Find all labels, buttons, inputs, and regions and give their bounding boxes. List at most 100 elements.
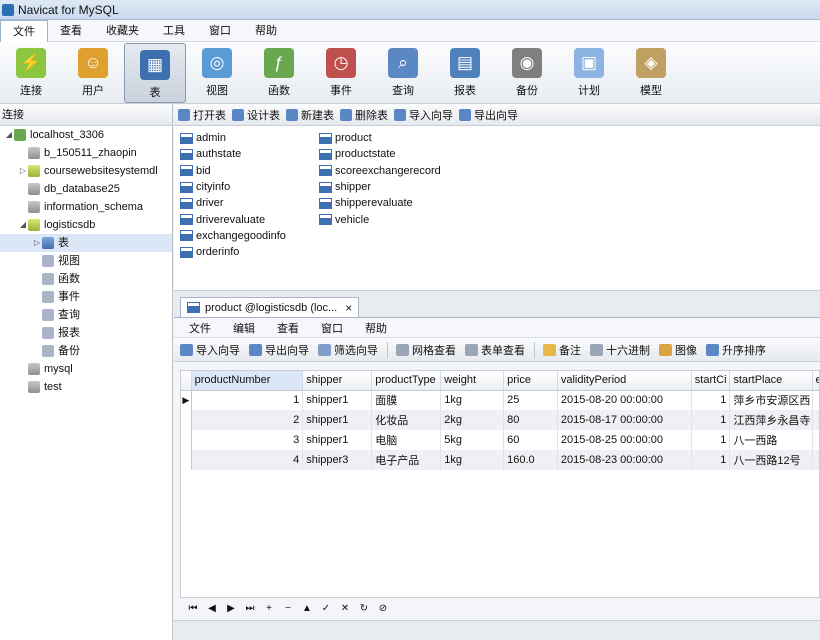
object-toolbar-button[interactable]: 新建表 (286, 107, 334, 123)
table-item[interactable]: authstate (180, 146, 320, 162)
column-header[interactable]: productType (371, 371, 442, 391)
column-header[interactable]: shipper (302, 371, 373, 391)
tree-item--[interactable]: 事件 (0, 288, 172, 306)
data-toolbar-button[interactable]: 备注 (543, 342, 581, 358)
grid-cell[interactable]: 萍乡市安源区西 (729, 390, 813, 410)
column-header[interactable]: weight (440, 371, 505, 391)
data-toolbar-button[interactable]: 十六进制 (590, 342, 650, 358)
grid-cell[interactable]: 80 (503, 410, 558, 430)
grid-cell[interactable] (812, 450, 819, 470)
dw-menu-help[interactable]: 帮助 (354, 320, 398, 336)
tree-item-mysql[interactable]: mysql (0, 360, 172, 378)
table-item[interactable]: cityinfo (180, 179, 320, 195)
grid-cell[interactable]: 2 (191, 410, 304, 430)
nav-next-icon[interactable]: ▶ (224, 602, 238, 616)
nav-cancel-icon[interactable]: ✕ (338, 602, 352, 616)
grid-cell[interactable]: 电子产品 (371, 450, 442, 470)
object-toolbar-button[interactable]: 打开表 (178, 107, 226, 123)
toolbar-view-button[interactable]: ◎ 视图 (186, 42, 248, 102)
tree-item-b-150511-zhaopin[interactable]: b_150511_zhaopin (0, 144, 172, 162)
data-toolbar-button[interactable]: 升序排序 (706, 342, 766, 358)
grid-cell[interactable]: 八一西路 (729, 430, 813, 450)
grid-cell[interactable]: 1kg (440, 390, 505, 410)
grid-cell[interactable]: 化妆品 (371, 410, 442, 430)
menu-tools[interactable]: 工具 (151, 20, 197, 42)
expander-icon[interactable]: ◢ (18, 216, 28, 234)
toolbar-function-button[interactable]: ƒ 函数 (248, 42, 310, 102)
grid-cell[interactable]: 面膜 (371, 390, 442, 410)
toolbar-event-button[interactable]: ◷ 事件 (310, 42, 372, 102)
toolbar-connect-button[interactable]: ⚡ 连接 (0, 42, 62, 102)
expander-icon[interactable]: ◢ (4, 126, 14, 144)
column-header[interactable]: startCi (691, 371, 731, 391)
grid-cell[interactable]: 2kg (440, 410, 505, 430)
table-item[interactable]: driverevaluate (180, 211, 320, 227)
toolbar-table-button[interactable]: ▦ 表 (124, 43, 186, 103)
table-item[interactable]: product (319, 130, 469, 146)
table-item[interactable]: admin (180, 130, 320, 146)
object-toolbar-button[interactable]: 导入向导 (394, 107, 453, 123)
nav-stop-icon[interactable]: ⊘ (376, 602, 390, 616)
expander-icon[interactable]: ▷ (32, 234, 42, 252)
table-item[interactable]: scoreexchangerecord (319, 163, 469, 179)
menu-favorites[interactable]: 收藏夹 (94, 20, 151, 42)
tree-item--[interactable]: 函数 (0, 270, 172, 288)
column-header[interactable]: startPlace (729, 371, 813, 391)
tree-item--[interactable]: 查询 (0, 306, 172, 324)
tab-product[interactable]: product @logisticsdb (loc... × (180, 297, 360, 317)
nav-first-icon[interactable]: ⏮ (186, 602, 200, 616)
dw-menu-window[interactable]: 窗口 (310, 320, 354, 336)
toolbar-report-button[interactable]: ▤ 报表 (434, 42, 496, 102)
table-item[interactable]: shipperevaluate (319, 195, 469, 211)
data-toolbar-button[interactable]: 筛选向导 (318, 342, 378, 358)
grid-cell[interactable]: shipper1 (302, 410, 373, 430)
nav-add-icon[interactable]: + (262, 602, 276, 616)
grid-cell[interactable]: 1 (691, 410, 731, 430)
tree-item-information-schema[interactable]: information_schema (0, 198, 172, 216)
tree-item--[interactable]: 报表 (0, 324, 172, 342)
dw-menu-view[interactable]: 查看 (266, 320, 310, 336)
nav-delete-icon[interactable]: − (281, 602, 295, 616)
menu-window[interactable]: 窗口 (197, 20, 243, 42)
table-row[interactable]: ▶ 1 shipper1 面膜 1kg 25 2015-08-20 00:00:00 1 萍乡市… (181, 390, 819, 410)
column-header[interactable]: validityPeriod (557, 371, 692, 391)
grid-cell[interactable]: 2015-08-17 00:00:00 (557, 410, 692, 430)
grid-cell[interactable]: 1kg (440, 450, 505, 470)
grid-cell[interactable]: 1 (691, 430, 731, 450)
row-selector[interactable] (181, 450, 192, 470)
row-selector[interactable] (181, 430, 192, 450)
grid-cell[interactable]: 1 (691, 450, 731, 470)
nav-last-icon[interactable]: ⏭ (243, 602, 257, 616)
grid-cell[interactable]: 2015-08-23 00:00:00 (557, 450, 692, 470)
data-toolbar-button[interactable]: 图像 (659, 342, 697, 358)
grid-cell[interactable]: 八一西路12号 (729, 450, 813, 470)
table-item[interactable]: orderinfo (180, 244, 320, 260)
tree-item--[interactable]: ▷ 表 (0, 234, 172, 252)
grid-cell[interactable]: shipper1 (302, 390, 373, 410)
menu-help[interactable]: 帮助 (243, 20, 289, 42)
tree-item-logisticsdb[interactable]: ◢ logisticsdb (0, 216, 172, 234)
table-item[interactable]: bid (180, 163, 320, 179)
dw-menu-file[interactable]: 文件 (178, 320, 222, 336)
table-item[interactable]: driver (180, 195, 320, 211)
grid-cell[interactable]: 1 (191, 390, 304, 410)
grid-cell[interactable]: 1 (691, 390, 731, 410)
grid-cell[interactable]: shipper1 (302, 430, 373, 450)
nav-check-icon[interactable]: ✓ (319, 602, 333, 616)
grid-cell[interactable]: 2015-08-20 00:00:00 (557, 390, 692, 410)
tree-item--[interactable]: 备份 (0, 342, 172, 360)
grid-cell[interactable]: shipper3 (302, 450, 373, 470)
table-row[interactable]: 4 shipper3 电子产品 1kg 160.0 2015-08-23 00:00:00… (181, 450, 819, 470)
grid-cell[interactable]: 60 (503, 430, 558, 450)
grid-cell[interactable]: 3 (191, 430, 304, 450)
grid-cell[interactable] (812, 410, 819, 430)
column-header[interactable]: en (812, 371, 819, 391)
grid-cell[interactable]: 5kg (440, 430, 505, 450)
grid-cell[interactable]: 电脑 (371, 430, 442, 450)
nav-refresh-icon[interactable]: ↻ (357, 602, 371, 616)
nav-prev-icon[interactable]: ◀ (205, 602, 219, 616)
grid-cell[interactable]: 160.0 (503, 450, 558, 470)
grid-cell[interactable]: 江西萍乡永昌寺 (729, 410, 813, 430)
tree-item-test[interactable]: test (0, 378, 172, 396)
tree-item-coursewebsitesystemdl[interactable]: ▷ coursewebsitesystemdl (0, 162, 172, 180)
